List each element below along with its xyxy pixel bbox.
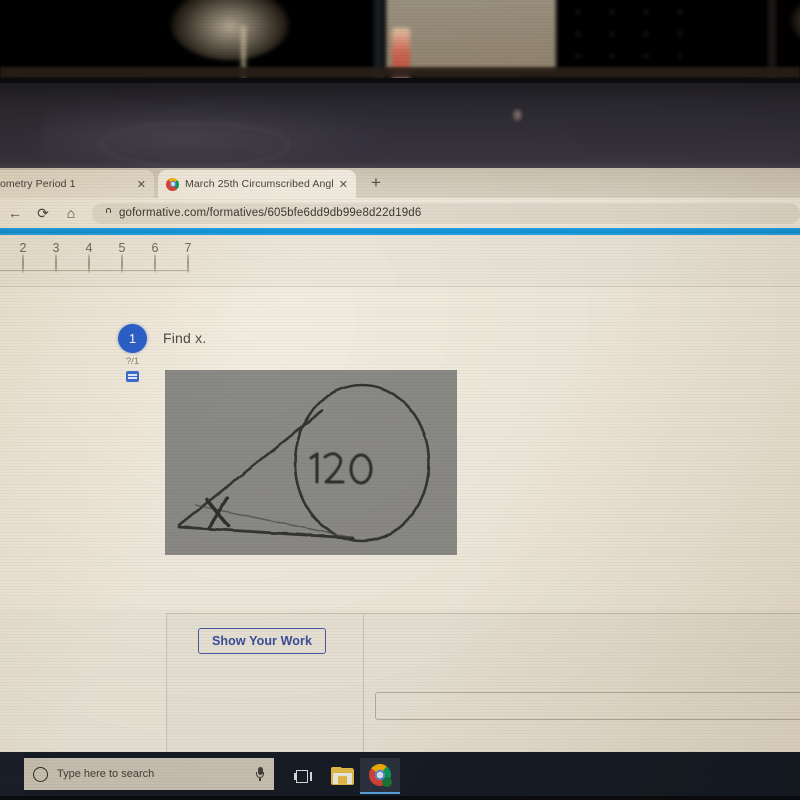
laptop-bezel: [0, 78, 800, 168]
file-explorer-button[interactable]: [322, 758, 362, 794]
folder-icon: [330, 767, 354, 785]
tab-title: eometry Period 1: [0, 178, 76, 190]
task-view-icon: [294, 769, 314, 784]
wine-glass-icon: [170, 0, 290, 60]
question-nav-item-4[interactable]: 4: [72, 241, 106, 273]
question-number-badge: 1: [118, 324, 147, 353]
question-nav-item-7[interactable]: 7: [171, 241, 205, 273]
answer-input[interactable]: [375, 692, 800, 720]
question-nav-item-6[interactable]: 6: [138, 241, 172, 273]
close-icon[interactable]: ✕: [137, 178, 146, 191]
task-view-button[interactable]: [284, 758, 324, 794]
question-nav-dot: [55, 254, 57, 273]
microphone-icon[interactable]: [255, 766, 265, 782]
geometry-diagram-image: [165, 370, 457, 555]
question-nav-item-2[interactable]: 2: [6, 241, 40, 273]
question-nav-label: 2: [19, 241, 27, 255]
shelf-edge: [0, 67, 800, 78]
question-nav-dot: [22, 254, 24, 273]
question-prompt: Find x.: [163, 330, 207, 346]
chrome-badge-icon: [382, 777, 392, 787]
question-nav-label: 6: [151, 241, 159, 255]
start-button[interactable]: [0, 752, 24, 796]
question-nav-label: 3: [52, 241, 60, 255]
browser-tab-geometry[interactable]: eometry Period 1 ✕: [0, 170, 154, 198]
room-background: [0, 0, 800, 82]
wine-glass-icon-2: [790, 0, 800, 54]
photo-of-laptop-screen: eometry Period 1 ✕ March 25th Circumscri…: [0, 0, 800, 800]
search-input[interactable]: Type here to search: [24, 758, 274, 790]
browser-tab-circumscribed-angle[interactable]: March 25th Circumscribed Angle ✕: [158, 170, 356, 198]
question-nav-label: 4: [85, 241, 93, 255]
new-tab-button[interactable]: +: [366, 174, 386, 194]
page-loading-bar: [0, 228, 800, 235]
laptop-bottom-edge: [0, 796, 800, 800]
screen-reflection-ring: [100, 122, 290, 168]
question-navigator: 2 3 4 5 6 7: [0, 235, 800, 287]
question-nav-label: 7: [184, 241, 192, 255]
home-icon[interactable]: ⌂: [58, 200, 84, 226]
question-nav-dot: [121, 254, 123, 273]
back-icon[interactable]: ←: [2, 200, 28, 226]
tab-title: March 25th Circumscribed Angle: [185, 178, 333, 190]
question-nav-dot: [88, 254, 90, 273]
close-icon[interactable]: ✕: [339, 178, 348, 191]
show-your-work-button[interactable]: Show Your Work: [198, 628, 327, 654]
question-nav-label: 5: [118, 241, 126, 255]
windows-taskbar: Type here to search: [0, 752, 800, 800]
short-answer-icon: [126, 371, 139, 382]
shelf-pattern: [468, 4, 708, 64]
chrome-icon: [369, 764, 392, 787]
question-nav-item-5[interactable]: 5: [105, 241, 139, 273]
answer-cell: [365, 614, 800, 754]
lock-icon: [104, 208, 112, 218]
question-score: ?/1: [125, 356, 140, 367]
search-placeholder: Type here to search: [57, 768, 155, 780]
url-text: goformative.com/formatives/605bfe6dd9db9…: [119, 207, 422, 219]
bezel-top-edge: [0, 78, 800, 83]
question-nav-item-3[interactable]: 3: [39, 241, 73, 273]
browser-tab-strip: eometry Period 1 ✕ March 25th Circumscri…: [0, 168, 800, 198]
reload-icon[interactable]: ⟳: [30, 200, 56, 226]
chrome-taskbar-button[interactable]: [360, 758, 400, 794]
browser-toolbar: ← ⟳ ⌂ goformative.com/formatives/605bfe6…: [0, 198, 800, 228]
question-nav-dot: [154, 254, 156, 273]
chrome-favicon-icon: [166, 177, 179, 191]
cortana-circle-icon: [33, 766, 48, 782]
question-nav-dot: [187, 254, 189, 273]
show-your-work-cell: Show Your Work: [167, 614, 364, 754]
address-bar[interactable]: goformative.com/formatives/605bfe6dd9db9…: [92, 202, 800, 224]
answer-panel: Show Your Work: [166, 613, 800, 754]
webcam-reflection: [512, 108, 523, 122]
